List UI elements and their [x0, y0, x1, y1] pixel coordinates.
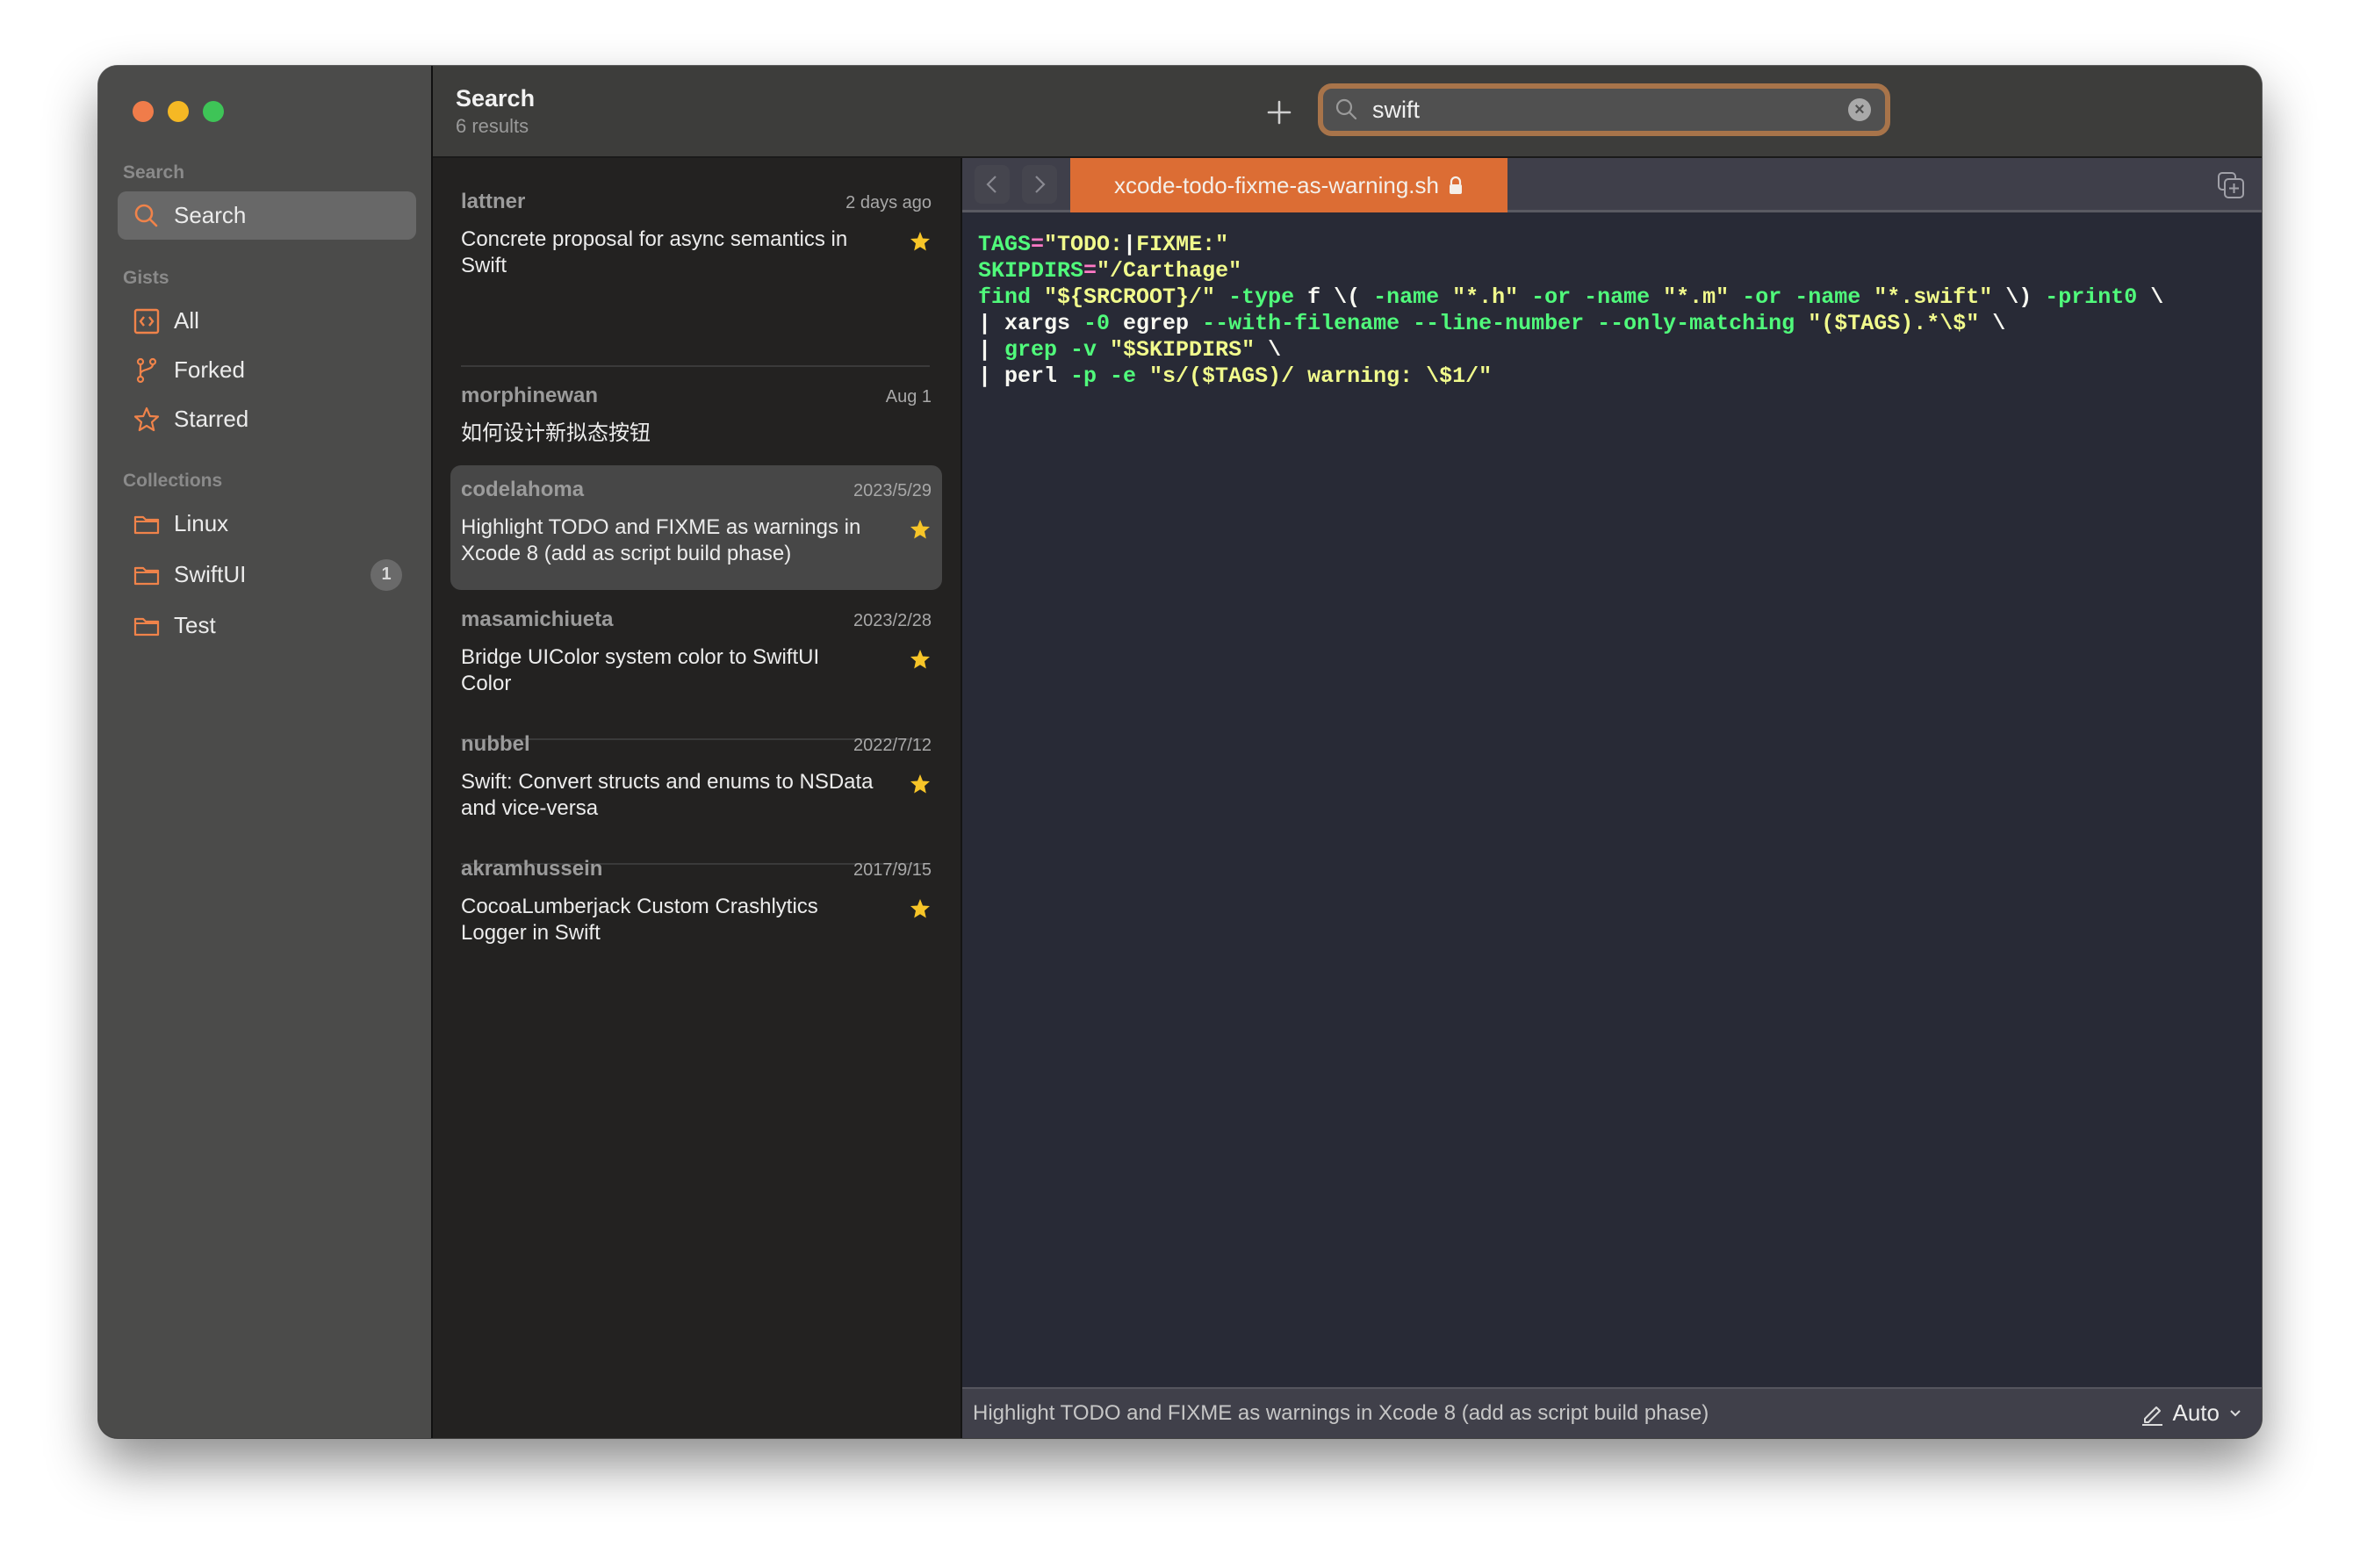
sidebar-item-label: Forked — [174, 356, 245, 383]
star-icon — [910, 520, 930, 539]
sidebar-item-label: Linux — [174, 510, 229, 536]
search-icon — [132, 201, 162, 231]
gist-description: 如何设计新拟态按钮 — [461, 421, 651, 445]
code-icon — [132, 306, 162, 336]
list-item[interactable]: nubbel 2022/7/12 Swift: Convert structs … — [450, 720, 942, 822]
zoom-button[interactable] — [203, 101, 224, 122]
sidebar-item-search[interactable]: Search — [118, 191, 416, 240]
list-item[interactable]: akramhussein 2017/9/15 CocoaLumberjack C… — [450, 845, 942, 946]
star-icon — [910, 650, 930, 669]
gist-description-status: Highlight TODO and FIXME as warnings in … — [973, 1401, 1709, 1425]
results-list: lattner 2 days ago Concrete proposal for… — [433, 158, 962, 1438]
editor-tab-bar: xcode-todo-fixme-as-warning.sh — [962, 158, 2262, 212]
count-badge: 1 — [371, 558, 402, 591]
folder-icon — [132, 560, 162, 590]
search-field[interactable]: × — [1318, 83, 1890, 136]
folder-icon — [132, 611, 162, 641]
gist-date: 2023/5/29 — [853, 481, 932, 500]
sidebar-item-label: Search — [174, 202, 247, 228]
file-tab[interactable]: xcode-todo-fixme-as-warning.sh — [1070, 158, 1507, 212]
results-count: 6 results — [456, 115, 529, 137]
code-line: | perl -p -e "s/($TAGS)/ warning: \$1/" — [978, 363, 1493, 389]
list-item-selected[interactable]: codelahoma 2023/5/29 Highlight TODO and … — [450, 465, 942, 590]
sidebar-item-starred[interactable]: Starred — [118, 395, 416, 443]
search-input[interactable] — [1371, 95, 1848, 125]
code-line: find "${SRCROOT}/" -type f \( -name "*.h… — [978, 284, 2164, 310]
syntax-mode-dropdown[interactable]: Auto — [2140, 1399, 2243, 1427]
gist-date: 2022/7/12 — [853, 736, 932, 755]
sidebar-item-linux[interactable]: Linux — [118, 500, 416, 548]
close-button[interactable] — [133, 101, 154, 122]
divider — [461, 365, 930, 367]
syntax-mode-label: Auto — [2172, 1399, 2220, 1426]
section-label-gists: Gists — [123, 268, 169, 288]
chevron-down-icon — [2230, 1409, 2241, 1416]
code-line: | grep -v "$SKIPDIRS" \ — [978, 337, 1282, 363]
editor-pane: xcode-todo-fixme-as-warning.sh TAGS="TOD… — [962, 158, 2262, 1438]
gist-author: morphinewan — [461, 384, 599, 407]
list-item[interactable]: morphinewan Aug 1 如何设计新拟态按钮 — [450, 371, 942, 447]
code-line: SKIPDIRS="/Carthage" — [978, 258, 1242, 284]
clear-search-button[interactable]: × — [1848, 98, 1871, 121]
new-gist-button[interactable] — [1259, 92, 1299, 133]
app-window: Search Search Gists All Forked Starred C… — [98, 66, 2262, 1438]
star-icon — [910, 899, 930, 918]
sidebar-item-all[interactable]: All — [118, 297, 416, 345]
sidebar-item-label: SwiftUI — [174, 561, 247, 587]
gist-date: 2023/2/28 — [853, 611, 932, 630]
sidebar-item-test[interactable]: Test — [118, 601, 416, 650]
gist-date: 2 days ago — [845, 193, 932, 212]
chevron-left-icon — [986, 176, 997, 193]
list-item[interactable]: lattner 2 days ago Concrete proposal for… — [450, 177, 942, 279]
forward-button[interactable] — [1022, 165, 1057, 204]
pencil-icon — [2141, 1406, 2162, 1426]
plus-icon — [1267, 100, 1292, 125]
back-button[interactable] — [975, 165, 1010, 204]
fork-icon — [132, 356, 162, 385]
sidebar: Search Search Gists All Forked Starred C… — [98, 66, 433, 1438]
gist-date: 2017/9/15 — [853, 860, 932, 880]
list-item[interactable]: masamichiueta 2023/2/28 Bridge UIColor s… — [450, 595, 942, 697]
code-line: TAGS="TODO:|FIXME:" — [978, 232, 1229, 257]
star-outline-icon — [132, 405, 162, 435]
status-bar: Highlight TODO and FIXME as warnings in … — [962, 1387, 2262, 1438]
search-icon — [1335, 98, 1357, 120]
gist-description: Concrete proposal for async semantics in… — [461, 227, 848, 277]
page-title: Search — [456, 85, 536, 111]
gist-date: Aug 1 — [885, 387, 932, 406]
sidebar-item-label: All — [174, 307, 199, 334]
gist-description: Swift: Convert structs and enums to NSDa… — [461, 770, 874, 820]
star-icon — [910, 774, 930, 794]
sidebar-item-swiftui[interactable]: SwiftUI 1 — [118, 550, 416, 599]
sidebar-item-label: Starred — [174, 406, 249, 432]
gist-description: CocoaLumberjack Custom Crashlytics Logge… — [461, 895, 818, 945]
lock-icon — [1449, 176, 1462, 194]
gist-description: Highlight TODO and FIXME as warnings in … — [461, 515, 861, 565]
minimize-button[interactable] — [168, 101, 189, 122]
code-view[interactable]: TAGS="TODO:|FIXME:" SKIPDIRS="/Carthage" f… — [978, 232, 2163, 390]
star-icon — [910, 232, 930, 251]
section-label-collections: Collections — [123, 471, 223, 491]
folder-icon — [132, 509, 162, 539]
sidebar-item-label: Test — [174, 612, 216, 638]
file-name: xcode-todo-fixme-as-warning.sh — [1114, 171, 1439, 198]
window-controls — [133, 101, 224, 122]
sidebar-item-forked[interactable]: Forked — [118, 346, 416, 394]
section-label-search: Search — [123, 162, 185, 183]
duplicate-icon[interactable] — [2216, 170, 2246, 200]
code-line: | xargs -0 egrep --with-filename --line-… — [978, 311, 2006, 336]
gist-description: Bridge UIColor system color to SwiftUI C… — [461, 645, 820, 695]
toolbar: Search 6 results × — [433, 66, 2262, 158]
chevron-right-icon — [1035, 176, 1046, 193]
close-icon: × — [1854, 99, 1865, 119]
